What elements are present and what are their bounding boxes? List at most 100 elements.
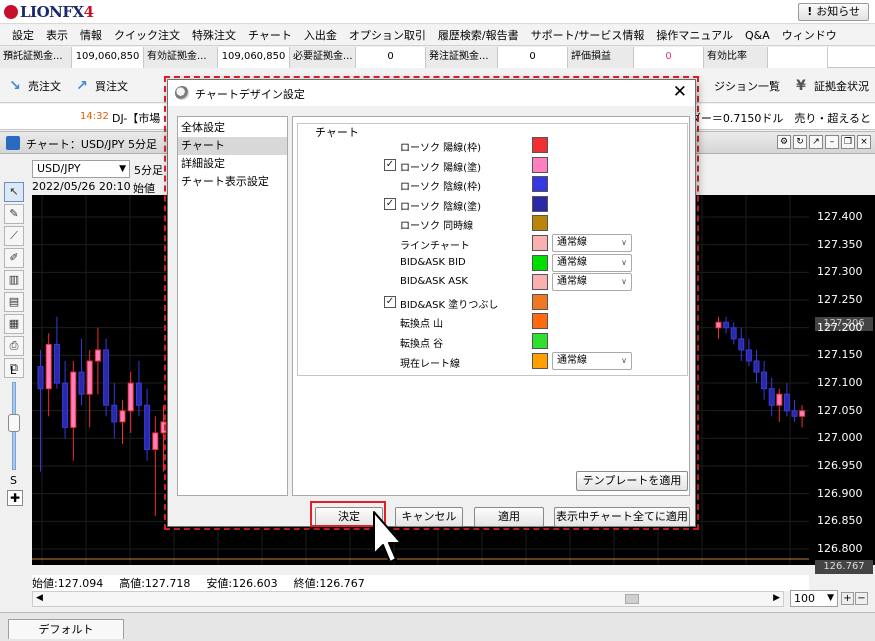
menu-item-1[interactable]: 表示 [40, 27, 74, 43]
menu-item-9[interactable]: サポート/サービス情報 [525, 27, 651, 43]
menu-item-3[interactable]: クイック注文 [108, 27, 186, 43]
close-icon[interactable]: × [857, 135, 871, 149]
color-swatch-4[interactable] [532, 215, 548, 232]
color-swatch-8[interactable] [532, 293, 548, 310]
color-swatch-6[interactable] [532, 254, 548, 271]
cancel-button[interactable]: キャンセル [395, 507, 463, 527]
candle-body [783, 393, 790, 412]
pen-tool-icon[interactable]: ✎ [4, 204, 24, 224]
draw-tool-icon[interactable]: ✐ [4, 248, 24, 268]
line-style-select-7[interactable]: 通常線 ∨ [552, 273, 632, 292]
line-style-select-5[interactable]: 通常線 ∨ [552, 234, 632, 252]
ohlc-high: 高値:127.718 [119, 577, 191, 590]
settings-nav-item-1[interactable]: チャート [178, 137, 287, 155]
lion-logo-icon [4, 5, 18, 19]
cursor-tool-icon[interactable]: ↖ [4, 182, 24, 202]
candle-body [45, 343, 52, 390]
zoom-slider-thumb[interactable] [8, 414, 20, 432]
line-style-select-6[interactable]: 通常線 ∨ [552, 253, 632, 272]
apply-button[interactable]: 適用 [474, 507, 544, 527]
tab-default[interactable]: デフォルト [8, 619, 124, 639]
chart-settings-group: チャート ローソク 陽線(枠) ✓ ローソク 陽線(塗) ローソク 陰線(枠) ✓ ローソ… [297, 123, 688, 376]
setting-row-4: ローソク 同時線 [298, 214, 688, 233]
sell-order-button[interactable]: ↘ 売注文 [0, 74, 67, 98]
color-swatch-0[interactable] [532, 137, 548, 153]
color-swatch-10[interactable] [532, 333, 548, 349]
indicator-tool-icon[interactable]: ▥ [4, 270, 24, 290]
period-label[interactable]: 5分足 [134, 162, 163, 178]
ticker-text-right[interactable]: ーダー＝0.7150ドル 売り・超えると [679, 110, 871, 126]
menu-item-6[interactable]: 入出金 [298, 27, 343, 43]
line-style-value-6: 通常線 [557, 256, 587, 268]
menu-item-12[interactable]: ウィンドウ [776, 27, 843, 43]
color-swatch-3[interactable] [532, 195, 548, 212]
candle-body [715, 321, 722, 329]
position-list-button[interactable]: ジション一覧 [708, 74, 786, 98]
menu-item-7[interactable]: オプション取引 [343, 27, 432, 43]
status-value-0: 109,060,850 [72, 47, 144, 68]
apply-all-charts-button[interactable]: 表示中チャート全てに適用 [554, 507, 690, 527]
menu-item-5[interactable]: チャート [242, 27, 298, 43]
candle-body [745, 349, 752, 362]
color-swatch-1[interactable] [532, 156, 548, 173]
zoom-slider[interactable] [8, 382, 20, 470]
zoom-out-minus-icon[interactable]: − [855, 592, 868, 605]
color-swatch-7[interactable] [532, 274, 548, 291]
buy-arrow-icon: ↗ [76, 77, 88, 94]
close-icon[interactable]: ✕ [673, 82, 687, 102]
menu-item-4[interactable]: 特殊注文 [186, 27, 242, 43]
setting-label-5: ラインチャート [400, 241, 470, 252]
trend-line-icon[interactable]: ⟋ [4, 226, 24, 246]
memo-tool-icon[interactable]: ▦ [4, 314, 24, 334]
logo-number: 4 [83, 3, 94, 21]
refresh-icon[interactable]: ↻ [793, 135, 807, 149]
candle-body [753, 360, 760, 373]
scroll-right-icon[interactable]: ▶ [773, 593, 780, 603]
color-swatch-2[interactable] [532, 176, 548, 193]
menu-item-8[interactable]: 履歴検索/報告書 [432, 27, 525, 43]
chevron-down-icon: ▼ [827, 593, 834, 603]
scroll-thumb[interactable] [625, 594, 639, 604]
ticker-text[interactable]: DJ-【市場 [112, 110, 160, 126]
logo-text: LIONFX [20, 3, 84, 21]
setting-checkbox-1[interactable]: ✓ [384, 158, 396, 171]
menu-item-0[interactable]: 設定 [6, 27, 40, 43]
color-swatch-5[interactable] [532, 235, 548, 251]
settings-nav-item-2[interactable]: 詳細設定 [178, 155, 287, 173]
color-swatch-9[interactable] [532, 313, 548, 330]
settings-nav-item-3[interactable]: チャート表示設定 [178, 173, 287, 191]
chart-horizontal-scrollbar[interactable]: ◀ ▶ [32, 591, 784, 607]
scroll-left-icon[interactable]: ◀ [36, 593, 43, 603]
menu-item-10[interactable]: 操作マニュアル [650, 27, 739, 43]
setting-checkbox-3[interactable]: ✓ [384, 197, 396, 210]
setting-row-1: ✓ ローソク 陽線(塗) [298, 156, 688, 175]
apply-template-button[interactable]: テンプレートを適用 [576, 471, 688, 491]
drawing-toolbar: ↖ ✎ ⟋ ✐ ▥ ▤ ▦ ⎙ ⧉ [4, 182, 26, 380]
symbol-select[interactable]: USD/JPY ▼ [32, 160, 130, 178]
chart-design-settings-dialog: チャートデザイン設定 ✕ 全体設定 チャート 詳細設定 チャート表示設定 チャート ロ… [167, 79, 696, 527]
margin-status-button[interactable]: ¥ 証拠金状況 [786, 74, 875, 98]
buy-order-button[interactable]: ↗ 買注文 [67, 74, 134, 98]
list-tool-icon[interactable]: ▤ [4, 292, 24, 312]
pin-icon[interactable]: ↗ [809, 135, 823, 149]
minimize-icon[interactable]: – [825, 135, 839, 149]
settings-nav-item-0[interactable]: 全体設定 [178, 119, 287, 137]
zoom-in-plus-icon[interactable]: + [841, 592, 854, 605]
menu-item-11[interactable]: Q&A [739, 29, 776, 42]
crosshair-icon[interactable]: ✚ [7, 490, 23, 506]
menu-item-2[interactable]: 情報 [74, 27, 108, 43]
settings-icon[interactable]: ⚙ [777, 135, 791, 149]
setting-row-6: BID&ASK BID 通常線 ∨ [298, 253, 688, 273]
zoom-select[interactable]: 100 ▼ [790, 590, 838, 607]
line-style-select-11[interactable]: 通常線 ∨ [552, 351, 632, 370]
color-swatch-11[interactable] [532, 352, 548, 369]
sell-order-label: 売注文 [28, 79, 61, 93]
notice-button[interactable]: ! お知らせ [798, 3, 869, 21]
settings-category-list: 全体設定 チャート 詳細設定 チャート表示設定 [177, 116, 288, 496]
app-logo: LIONFX4 [4, 3, 94, 21]
candle-body [78, 371, 85, 395]
restore-icon[interactable]: ❐ [841, 135, 855, 149]
setting-checkbox-8[interactable]: ✓ [384, 295, 396, 308]
settings-content-panel: チャート ローソク 陽線(枠) ✓ ローソク 陽線(塗) ローソク 陰線(枠) ✓ ローソ… [292, 116, 690, 496]
print-tool-icon[interactable]: ⎙ [4, 336, 24, 356]
